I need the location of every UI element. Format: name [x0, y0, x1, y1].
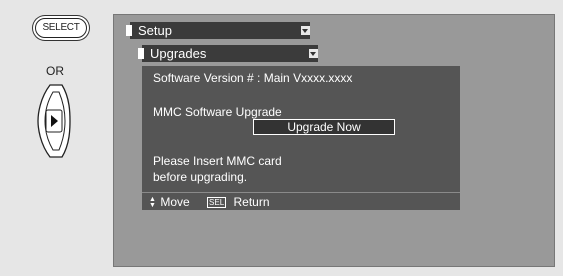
select-button[interactable]: SELECT: [35, 18, 87, 38]
menu-marker-icon: [138, 48, 144, 59]
footer-hints: ▲ ▼ Move SEL Return: [149, 195, 270, 209]
setup-label: Setup: [138, 23, 172, 38]
insert-card-text-line1: Please Insert MMC card: [153, 154, 282, 168]
select-button-label: SELECT: [42, 22, 80, 33]
upgrades-menu-bar[interactable]: Upgrades: [138, 45, 318, 62]
mmc-upgrade-label: MMC Software Upgrade: [153, 105, 282, 119]
upgrade-now-button[interactable]: Upgrade Now: [253, 119, 395, 135]
sel-key-icon: SEL: [207, 197, 227, 208]
insert-card-text-line2: before upgrading.: [153, 170, 248, 184]
upgrades-panel: Software Version # : Main Vxxxx.xxxx MMC…: [142, 66, 460, 210]
dropdown-arrow-icon[interactable]: [309, 49, 318, 58]
menu-marker-icon: [126, 25, 132, 36]
up-down-arrows-icon: ▲ ▼: [149, 195, 156, 209]
move-label: Move: [160, 195, 190, 209]
software-version-text: Software Version # : Main Vxxxx.xxxx: [153, 71, 353, 85]
or-label: OR: [46, 64, 64, 78]
return-label: Return: [233, 195, 270, 209]
setup-menu-bar[interactable]: Setup: [126, 22, 310, 39]
right-arrow-dial-icon[interactable]: [36, 84, 72, 158]
manual-illustration: SELECT OR Setup Upgrades Software Versio…: [0, 0, 563, 276]
divider: [142, 192, 460, 193]
upgrades-label: Upgrades: [150, 46, 207, 61]
dropdown-arrow-icon[interactable]: [301, 26, 310, 35]
upgrade-now-label: Upgrade Now: [287, 120, 361, 134]
